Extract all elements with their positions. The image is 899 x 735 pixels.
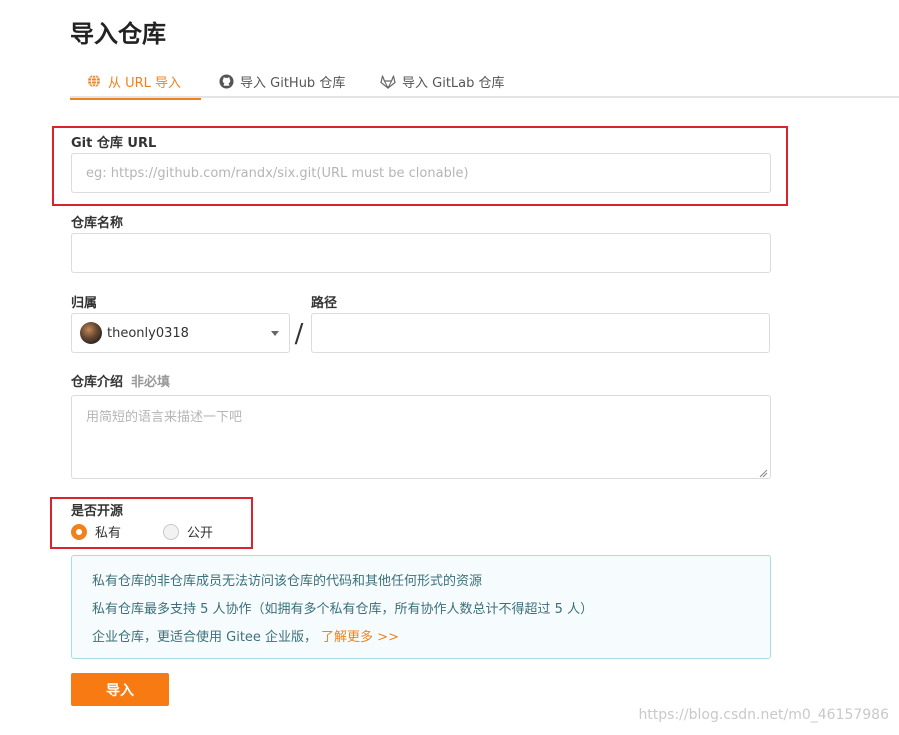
- path-separator: /: [294, 319, 304, 349]
- owner-value: theonly0318: [107, 325, 189, 341]
- repo-name-input[interactable]: [71, 233, 771, 273]
- radio-unchecked-icon[interactable]: [163, 523, 179, 540]
- path-label: 路径: [311, 296, 338, 311]
- radio-public[interactable]: 公开: [163, 522, 213, 541]
- private-repo-notice: 私有仓库的非仓库成员无法访问该仓库的代码和其他任何形式的资源 私有仓库最多支持 …: [71, 555, 771, 659]
- notice-text: 企业仓库，更适合使用 Gitee 企业版，: [92, 630, 318, 645]
- repo-name-label: 仓库名称: [71, 216, 124, 231]
- gitlab-icon: [380, 73, 396, 89]
- path-input[interactable]: [311, 313, 770, 353]
- description-textarea[interactable]: 用简短的语言来描述一下吧: [71, 395, 771, 479]
- tab-import-github[interactable]: 导入 GitHub 仓库: [218, 64, 345, 98]
- description-label-text: 仓库介绍: [71, 375, 124, 390]
- radio-private-label: 私有: [95, 526, 122, 541]
- notice-line: 私有仓库的非仓库成员无法访问该仓库的代码和其他任何形式的资源: [92, 574, 483, 589]
- avatar: [80, 322, 102, 344]
- radio-private[interactable]: 私有: [71, 522, 121, 541]
- tab-import-from-url[interactable]: 从 URL 导入: [70, 64, 201, 100]
- chevron-down-icon: [271, 331, 279, 336]
- git-url-label: Git 仓库 URL: [71, 136, 157, 151]
- tab-import-gitlab[interactable]: 导入 GitLab 仓库: [380, 64, 505, 98]
- learn-more-link[interactable]: 了解更多 >>: [321, 630, 399, 645]
- import-tabs: 从 URL 导入 导入 GitHub 仓库 导入 GitLab 仓库: [70, 64, 899, 100]
- git-url-input[interactable]: eg: https://github.com/randx/six.git(URL…: [71, 153, 771, 193]
- import-button[interactable]: 导入: [71, 673, 169, 706]
- notice-line: 企业仓库，更适合使用 Gitee 企业版， 了解更多 >>: [92, 624, 750, 652]
- page-title: 导入仓库: [70, 20, 166, 48]
- tab-label: 导入 GitHub 仓库: [240, 75, 346, 91]
- visibility-label: 是否开源: [71, 504, 124, 519]
- radio-public-label: 公开: [187, 526, 214, 541]
- github-icon: [218, 73, 234, 89]
- resize-handle-icon[interactable]: [759, 467, 768, 478]
- description-placeholder: 用简短的语言来描述一下吧: [86, 410, 243, 425]
- description-label: 仓库介绍 非必填: [71, 371, 170, 390]
- owner-label: 归属: [71, 296, 98, 311]
- radio-checked-icon[interactable]: [71, 523, 87, 540]
- owner-select[interactable]: theonly0318: [71, 313, 290, 353]
- tab-label: 从 URL 导入: [108, 75, 182, 91]
- notice-line: 私有仓库最多支持 5 人协作（如拥有多个私有仓库，所有协作人数总计不得超过 5 …: [92, 602, 594, 617]
- watermark: https://blog.csdn.net/m0_46157986: [638, 707, 889, 723]
- tab-label: 导入 GitLab 仓库: [402, 75, 505, 91]
- git-url-placeholder: eg: https://github.com/randx/six.git(URL…: [86, 165, 469, 181]
- globe-icon: [86, 73, 102, 89]
- optional-hint: 非必填: [131, 375, 171, 390]
